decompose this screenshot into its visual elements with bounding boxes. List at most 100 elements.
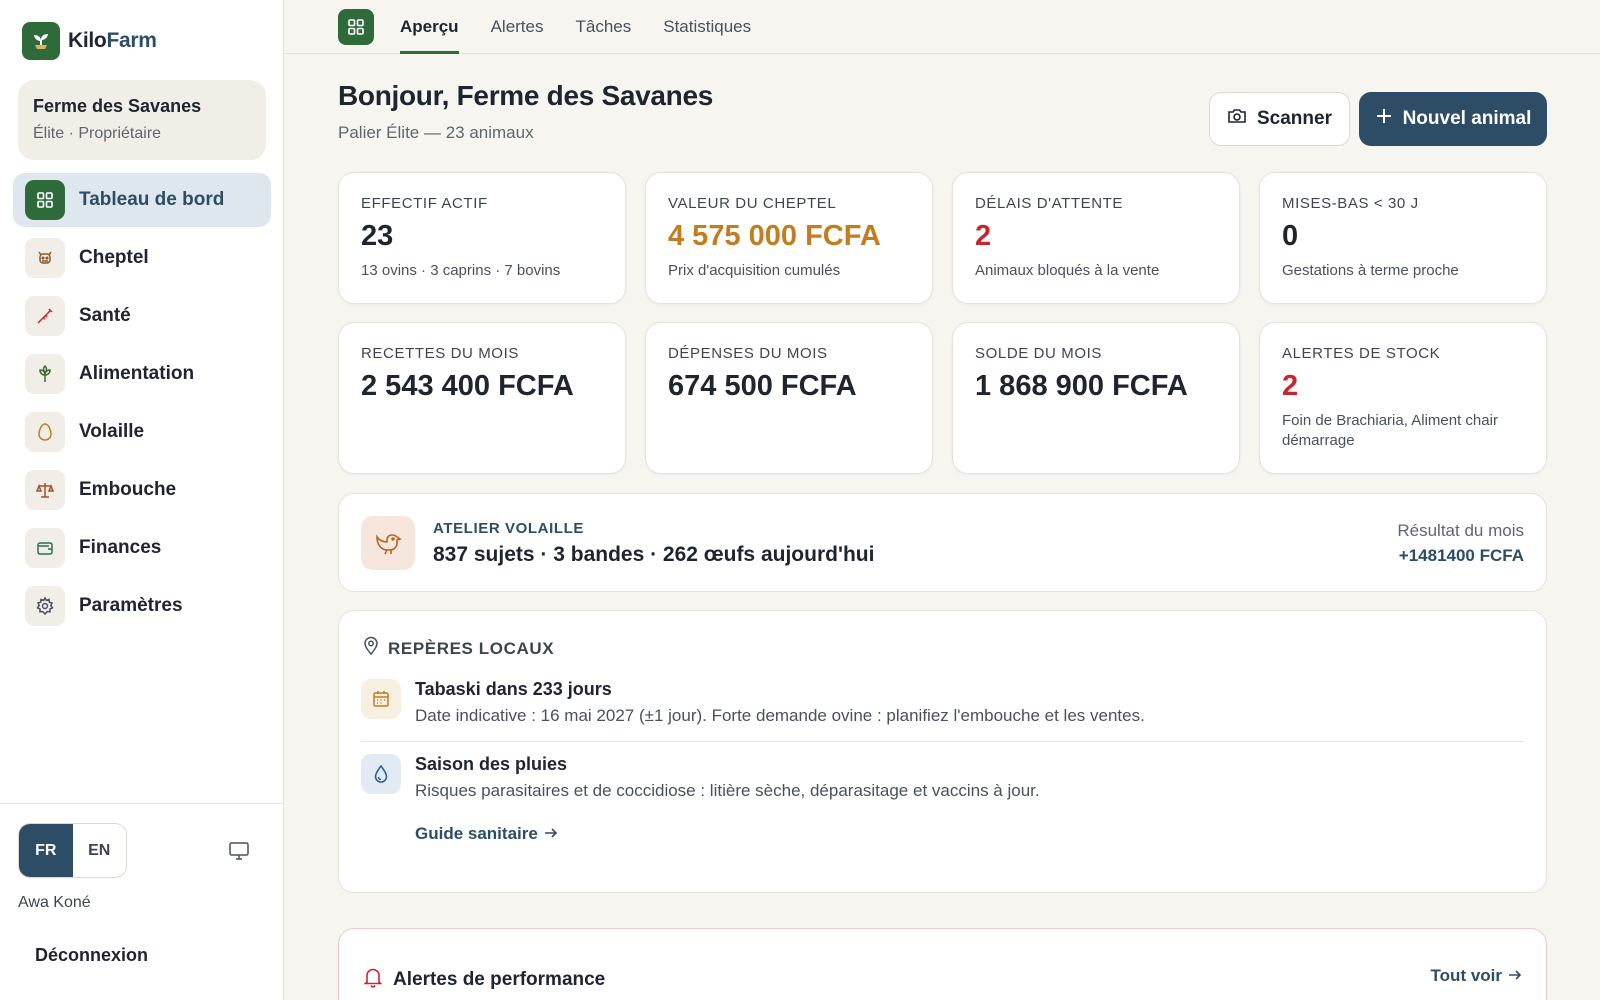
farm-switcher[interactable]: Ferme des Savanes Élite · Propriétaire (18, 80, 266, 160)
arrow-right-icon (544, 824, 558, 844)
stat-note: Foin de Brachiaria, Aliment chair démarr… (1282, 412, 1498, 450)
stat-value: 2 (1282, 370, 1299, 402)
bird-icon (361, 516, 415, 570)
stat-note: Animaux bloqués à la vente (975, 262, 1160, 279)
stat-card-delais[interactable]: Délais d'attente 2 Animaux bloqués à la … (952, 172, 1240, 304)
scale-icon (25, 470, 65, 510)
stat-card-depenses[interactable]: Dépenses du mois 674 500 FCFA (645, 322, 933, 474)
page-title: Bonjour, Ferme des Savanes (338, 80, 714, 111)
poultry-result-value: +1481400 FCFA (1398, 546, 1524, 565)
egg-icon (25, 412, 65, 452)
droplet-icon (361, 754, 401, 794)
bell-icon (363, 966, 383, 993)
sidebar: KiloFarm Ferme des Savanes Élite · Propr… (0, 0, 284, 1000)
local-landmarks-card: REPÈRES LOCAUX Tabaski dans 233 jours Da… (338, 610, 1547, 893)
tab-taches[interactable]: Tâches (576, 0, 632, 54)
stat-card-valeur[interactable]: Valeur du cheptel 4 575 000 FCFA Prix d'… (645, 172, 933, 304)
divider (0, 803, 284, 804)
stat-value: 674 500 FCFA (668, 370, 857, 402)
poultry-label: ATELIER VOLAILLE (433, 520, 584, 537)
arrow-right-icon (1508, 966, 1522, 986)
poultry-summary: 837 sujets · 3 bandes · 262 œufs aujourd… (433, 543, 875, 566)
stat-value: 4 575 000 FCFA (668, 220, 881, 252)
stat-value: 23 (361, 220, 394, 252)
stat-label: Mises-bas < 30 j (1282, 195, 1419, 212)
stat-label: Dépenses du mois (668, 345, 828, 362)
sidebar-item-cheptel[interactable]: Cheptel (13, 231, 271, 285)
tab-apercu[interactable]: Aperçu (400, 0, 459, 54)
health-guide-label: Guide sanitaire (415, 824, 538, 843)
brand-name: KiloFarm (68, 29, 157, 52)
wheat-icon (25, 354, 65, 394)
alerts-title: Alertes de performance (393, 968, 606, 990)
sidebar-item-parametres[interactable]: Paramètres (13, 579, 271, 633)
landmark-desc: Risques parasitaires et de coccidiose : … (415, 781, 1040, 800)
top-tabs-bar: Aperçu Alertes Tâches Statistiques (284, 0, 1600, 54)
stat-label: Valeur du cheptel (668, 195, 837, 212)
sidebar-item-label: Volaille (79, 421, 145, 442)
sidebar-item-label: Cheptel (79, 247, 149, 268)
language-toggle: FR EN (18, 823, 127, 878)
tab-statistiques[interactable]: Statistiques (663, 0, 751, 54)
sidebar-item-sante[interactable]: Santé (13, 289, 271, 343)
landmarks-title: REPÈRES LOCAUX (388, 638, 555, 658)
poultry-summary-card[interactable]: ATELIER VOLAILLE 837 sujets · 3 bandes ·… (338, 493, 1547, 592)
sidebar-item-alimentation[interactable]: Alimentation (13, 347, 271, 401)
landmark-title: Saison des pluies (415, 754, 568, 774)
sidebar-item-finances[interactable]: Finances (13, 521, 271, 575)
stat-note: Gestations à terme proche (1282, 262, 1459, 279)
new-animal-label: Nouvel animal (1402, 108, 1532, 129)
logout-button[interactable]: Déconnexion (35, 945, 148, 966)
dashboard-icon[interactable] (338, 9, 374, 45)
plus-icon (1375, 107, 1393, 131)
stat-card-effectif[interactable]: Effectif actif 23 13 ovins · 3 caprins ·… (338, 172, 626, 304)
stat-label: Effectif actif (361, 195, 488, 212)
stat-note: Prix d'acquisition cumulés (668, 262, 841, 279)
landmark-title: Tabaski dans 233 jours (415, 679, 612, 699)
health-guide-link[interactable]: Guide sanitaire (415, 824, 558, 844)
sidebar-item-label: Paramètres (79, 595, 183, 616)
user-name: Awa Koné (18, 894, 91, 911)
stat-label: Délais d'attente (975, 195, 1124, 212)
stat-label: Solde du mois (975, 345, 1102, 362)
stat-card-stock[interactable]: Alertes de stock 2 Foin de Brachiaria, A… (1259, 322, 1547, 474)
stat-value: 0 (1282, 220, 1299, 252)
monitor-icon[interactable] (226, 839, 252, 863)
gear-icon (25, 586, 65, 626)
scan-label: Scanner (1257, 108, 1332, 129)
stat-value: 1 868 900 FCFA (975, 370, 1188, 402)
stat-card-recettes[interactable]: Recettes du mois 2 543 400 FCFA (338, 322, 626, 474)
tab-alertes[interactable]: Alertes (491, 0, 544, 54)
alerts-header: Alertes de performance (363, 966, 605, 993)
sidebar-item-volaille[interactable]: Volaille (13, 405, 271, 459)
new-animal-button[interactable]: Nouvel animal (1359, 92, 1547, 146)
sidebar-item-label: Tableau de bord (79, 189, 225, 210)
scan-button[interactable]: Scanner (1209, 92, 1350, 146)
stat-value: 2 543 400 FCFA (361, 370, 574, 402)
landmark-item-tabaski: Tabaski dans 233 jours Date indicative :… (361, 679, 1145, 726)
stat-label: Alertes de stock (1282, 345, 1441, 362)
stat-label: Recettes du mois (361, 345, 519, 362)
sidebar-nav: Tableau de bord Cheptel Santé Alimentati… (13, 173, 271, 637)
brand[interactable]: KiloFarm (22, 22, 157, 60)
syringe-icon (25, 296, 65, 336)
sidebar-item-label: Santé (79, 305, 131, 326)
performance-alerts-card: Alertes de performance Tout voir (338, 928, 1547, 1000)
sidebar-item-label: Finances (79, 537, 162, 558)
sidebar-item-label: Embouche (79, 479, 177, 500)
stat-card-solde[interactable]: Solde du mois 1 868 900 FCFA (952, 322, 1240, 474)
sidebar-item-dashboard[interactable]: Tableau de bord (13, 173, 271, 227)
lang-fr-button[interactable]: FR (19, 824, 73, 877)
landmark-desc: Date indicative : 16 mai 2027 (±1 jour).… (415, 706, 1145, 725)
farm-name: Ferme des Savanes (33, 96, 202, 116)
sidebar-item-embouche[interactable]: Embouche (13, 463, 271, 517)
sprout-icon (22, 22, 60, 60)
landmarks-header: REPÈRES LOCAUX (363, 636, 554, 661)
lang-en-button[interactable]: EN (73, 824, 127, 877)
stat-card-mises-bas[interactable]: Mises-bas < 30 j 0 Gestations à terme pr… (1259, 172, 1547, 304)
see-all-link[interactable]: Tout voir (1431, 966, 1522, 986)
sidebar-item-label: Alimentation (79, 363, 195, 384)
poultry-result-label: Résultat du mois (1397, 521, 1524, 540)
tabs: Aperçu Alertes Tâches Statistiques (400, 0, 751, 54)
stat-value: 2 (975, 220, 992, 252)
